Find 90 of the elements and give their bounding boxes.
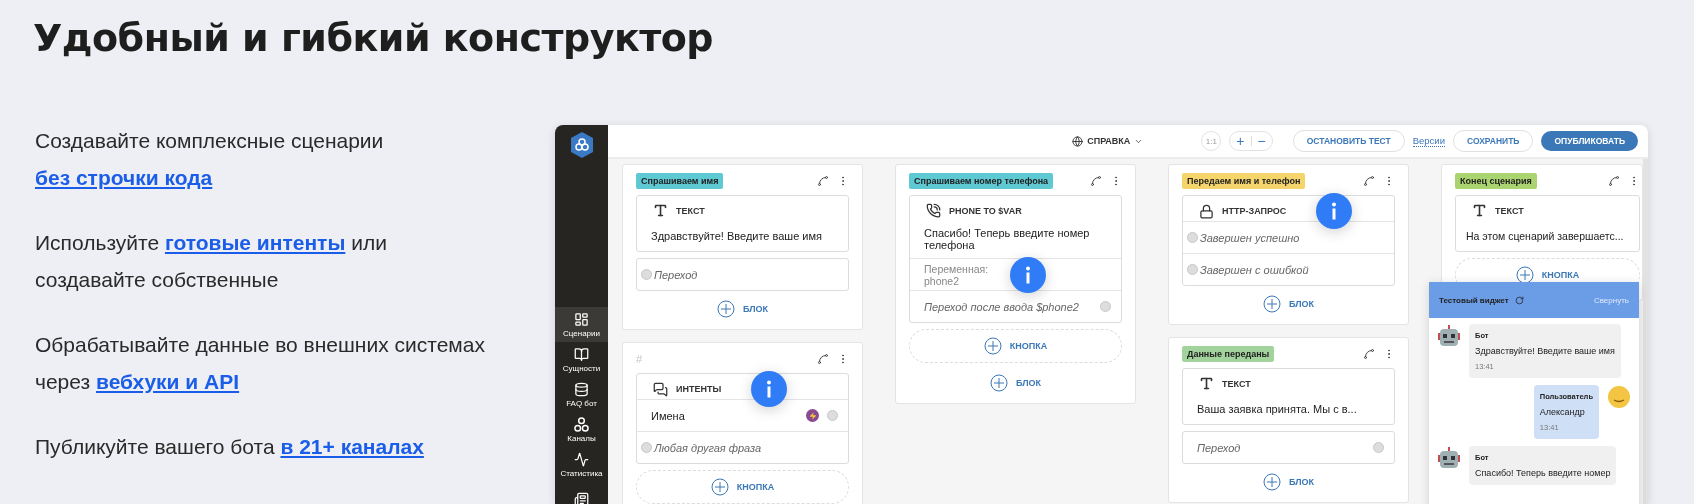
text-icon bbox=[1199, 376, 1214, 391]
step-tag: Конец сценария bbox=[1455, 173, 1537, 189]
dashboard-icon bbox=[574, 311, 589, 327]
lock-icon bbox=[1199, 203, 1214, 219]
feature-link[interactable]: без строчки кода bbox=[35, 166, 213, 189]
document-icon bbox=[574, 492, 589, 504]
block-title: ТЕКСТ bbox=[1222, 378, 1251, 389]
plus-icon bbox=[983, 337, 1002, 355]
block-title: HTTP-ЗАПРОС bbox=[1222, 206, 1287, 216]
lightning-icon bbox=[806, 409, 819, 422]
add-block-button[interactable]: БЛОК bbox=[1182, 292, 1395, 316]
connect-icon[interactable] bbox=[1363, 175, 1375, 187]
block-title: ИНТЕНТЫ bbox=[676, 384, 722, 394]
page-heading: Удобный и гибкий конструктор bbox=[32, 15, 715, 62]
connect-icon[interactable] bbox=[817, 353, 829, 365]
message-text: Здравствуйте! Введите ваше имя bbox=[651, 228, 823, 244]
block-title: ТЕКСТ bbox=[1495, 205, 1524, 216]
scenario-card[interactable]: Спрашиваем имя ТЕКСТ Здравствуйте! Введите ваше имя Переход БЛОК bbox=[622, 164, 863, 330]
message-text: Спасибо! Теперь введите номер bbox=[1475, 468, 1611, 478]
plus-icon bbox=[1262, 473, 1281, 491]
plus-icon bbox=[716, 300, 735, 318]
connect-icon[interactable] bbox=[817, 175, 829, 187]
info-icon[interactable] bbox=[1010, 256, 1047, 293]
line-chart-icon bbox=[574, 451, 589, 467]
refresh-icon[interactable] bbox=[1514, 295, 1524, 305]
step-tag: Данные переданы bbox=[1182, 346, 1275, 362]
plus-icon bbox=[1515, 266, 1534, 284]
database-icon bbox=[574, 381, 589, 397]
transition-label: Завершен с ошибкой bbox=[1200, 263, 1310, 276]
scrollbar[interactable] bbox=[1643, 159, 1648, 504]
robot-icon bbox=[1437, 446, 1461, 470]
step-tag: # bbox=[636, 353, 643, 365]
feature-text: Обрабатывайте данные во внешних системах через вебхуки и API bbox=[35, 332, 486, 395]
add-block-button[interactable]: БЛОК bbox=[1182, 470, 1395, 494]
transition-label: Завершен успешно bbox=[1200, 231, 1301, 244]
info-icon[interactable] bbox=[1316, 193, 1353, 229]
help-menu[interactable]: СПРАВКА bbox=[1072, 135, 1144, 147]
sidebar-item[interactable]: Сущности bbox=[555, 342, 608, 377]
chat-icon bbox=[653, 381, 668, 397]
text-icon bbox=[653, 203, 668, 218]
block-title: ТЕКСТ bbox=[676, 205, 705, 216]
message-text: На этом сценарий завершаетс... bbox=[1466, 228, 1624, 244]
transition-label: Переход bbox=[654, 268, 699, 281]
step-tag: Передаем имя и телефон bbox=[1182, 173, 1306, 189]
sidebar-item[interactable]: FAQ бот bbox=[555, 377, 608, 412]
connect-icon[interactable] bbox=[1090, 175, 1102, 187]
block-title: PHONE TO $VAR bbox=[949, 205, 1022, 216]
scenario-card[interactable]: Спрашиваем номер телефона PHONE TO $VAR Спасибо! Теперь введите номер телефона Переменная: phone2 Переход после ввода $phone2 КНОПКА БЛОК bbox=[895, 164, 1136, 404]
message-text: Здравствуйте! Введите ваше имя bbox=[1475, 346, 1615, 356]
phone-icon bbox=[926, 203, 941, 218]
versions-link[interactable]: Версии bbox=[1412, 135, 1445, 147]
transition-label: Переход после ввода $phone2 bbox=[924, 300, 1080, 313]
step-tag: Спрашиваем номер телефона bbox=[909, 173, 1054, 189]
emoji-icon bbox=[1607, 385, 1631, 409]
sidebar-item[interactable]: Каналы bbox=[555, 412, 608, 447]
connect-icon[interactable] bbox=[1363, 348, 1375, 360]
message-text: Александр bbox=[1539, 407, 1586, 417]
add-block-button[interactable]: БЛОК bbox=[909, 371, 1122, 395]
plus-icon bbox=[710, 478, 729, 496]
publish-button[interactable]: ОПУБЛИКОВАТЬ bbox=[1541, 131, 1638, 151]
scenario-card[interactable]: Передаем имя и телефон HTTP-ЗАПРОС Завершен успешно Завершен с ошибкой БЛОК bbox=[1168, 164, 1409, 325]
feature-link[interactable]: готовые интенты bbox=[164, 231, 346, 254]
variable-value: phone2 bbox=[924, 274, 960, 287]
variable-label: Переменная: bbox=[924, 262, 989, 275]
feature-link[interactable]: в 21+ каналах bbox=[280, 435, 424, 458]
intent-label: Имена bbox=[651, 409, 686, 422]
feature-text: Используйте готовые интенты или создавайте собственные bbox=[35, 230, 388, 293]
plus-icon bbox=[1262, 295, 1281, 313]
sidebar-item[interactable]: Статистика bbox=[555, 447, 608, 482]
message-text: Ваша заявка принята. Мы с в... bbox=[1197, 401, 1357, 417]
scenario-card[interactable]: # ИНТЕНТЫ Имена Любая другая фраза КНОПКА bbox=[622, 342, 863, 504]
add-block-button[interactable]: БЛОК bbox=[636, 297, 849, 321]
step-tag: Спрашиваем имя bbox=[636, 173, 724, 189]
book-icon bbox=[574, 346, 589, 362]
plus-icon bbox=[989, 374, 1008, 392]
message-text: Спасибо! Теперь введите номер телефона bbox=[924, 226, 1091, 253]
feature-text: Публикуйте вашего бота в 21+ каналах bbox=[35, 434, 425, 460]
sidebar-item[interactable]: Сценарии bbox=[555, 307, 608, 342]
feature-text: Создавайте комплексные сценарии без строчки кода bbox=[35, 128, 385, 191]
globe-icon bbox=[1072, 135, 1084, 147]
info-icon[interactable] bbox=[751, 371, 788, 407]
transition-label: Любая другая фраза bbox=[654, 441, 763, 454]
transition-label: Переход bbox=[1197, 441, 1242, 454]
logo-icon bbox=[568, 131, 595, 159]
text-icon bbox=[1472, 203, 1487, 218]
circles-icon bbox=[574, 416, 589, 432]
robot-icon bbox=[1437, 324, 1461, 348]
scenario-card[interactable]: Данные переданы ТЕКСТ Ваша заявка принята. Мы с в... Переход БЛОК bbox=[1168, 337, 1409, 503]
feature-link[interactable]: вебхуки и API bbox=[96, 370, 240, 393]
connect-icon[interactable] bbox=[1608, 175, 1620, 187]
